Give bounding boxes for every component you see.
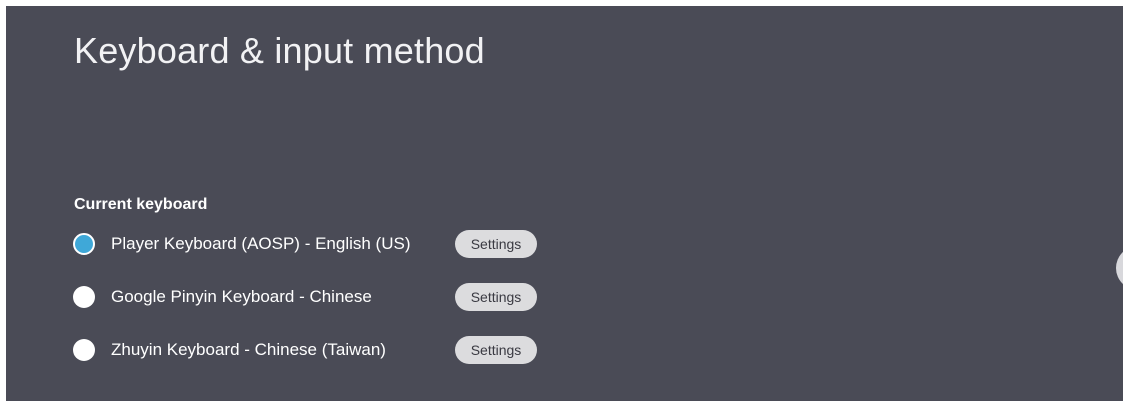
radio-unselected-icon[interactable] [73,339,95,361]
radio-selected-icon[interactable] [73,233,95,255]
radio-unselected-icon[interactable] [73,286,95,308]
keyboard-option-zhuyin[interactable]: Zhuyin Keyboard - Chinese (Taiwan) [73,335,386,365]
settings-button-google-pinyin[interactable]: Settings [455,283,537,311]
page-title: Keyboard & input method [74,30,485,71]
keyboard-option-google-pinyin[interactable]: Google Pinyin Keyboard - Chinese [73,282,372,312]
current-keyboard-header: Current keyboard [74,196,208,213]
settings-button-zhuyin[interactable]: Settings [455,336,537,364]
keyboard-option-label: Zhuyin Keyboard - Chinese (Taiwan) [111,340,386,359]
side-panel-handle[interactable] [1116,246,1123,290]
keyboard-option-player[interactable]: Player Keyboard (AOSP) - English (US) [73,229,411,259]
settings-button-player[interactable]: Settings [455,230,537,258]
keyboard-option-label: Google Pinyin Keyboard - Chinese [111,287,372,306]
keyboard-option-label: Player Keyboard (AOSP) - English (US) [111,234,411,253]
settings-screen: Keyboard & input method Current keyboard… [6,6,1123,401]
